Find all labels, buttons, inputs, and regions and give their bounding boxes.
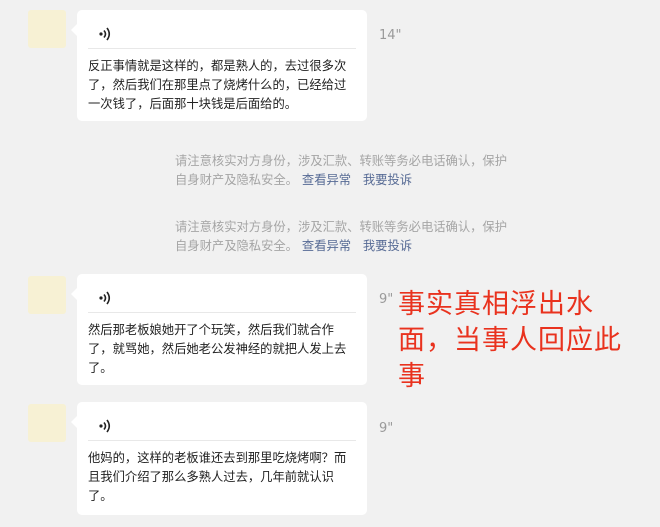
sender-avatar[interactable] bbox=[28, 276, 66, 314]
complain-link[interactable]: 我要投诉 bbox=[363, 239, 412, 253]
voice-play-row[interactable] bbox=[88, 20, 356, 49]
complain-link[interactable]: 我要投诉 bbox=[363, 173, 412, 187]
voice-duration: 14" bbox=[379, 28, 402, 43]
voice-transcript-text: 反正事情就是这样的，都是熟人的，去过很多次了，然后我们在那里点了烧烤什么的，已经… bbox=[88, 59, 347, 111]
voice-transcript-text: 然后那老板娘她开了个玩笑，然后我们就合作了，就骂她，然后她老公发神经的就把人发上… bbox=[88, 323, 347, 375]
voice-message-icon bbox=[99, 27, 111, 41]
voice-message-bubble[interactable]: 反正事情就是这样的，都是熟人的，去过很多次了，然后我们在那里点了烧烤什么的，已经… bbox=[71, 10, 367, 121]
sender-avatar[interactable] bbox=[28, 404, 66, 442]
voice-transcript-text: 他妈的，这样的老板谁还去到那里吃烧烤啊？而且我们介绍了那么多熟人过去，几年前就认… bbox=[88, 451, 347, 503]
voice-message-icon bbox=[99, 291, 111, 305]
voice-message-icon bbox=[99, 419, 111, 433]
voice-message-bubble[interactable]: 然后那老板娘她开了个玩笑，然后我们就合作了，就骂她，然后她老公发神经的就把人发上… bbox=[71, 274, 367, 385]
voice-play-row[interactable] bbox=[88, 284, 356, 313]
security-notice: 请注意核实对方身份，涉及汇款、转账等务必电话确认，保护自身财产及隐私安全。 查看… bbox=[175, 152, 515, 190]
sender-avatar[interactable] bbox=[28, 10, 66, 48]
voice-duration: 9" bbox=[379, 292, 394, 307]
voice-message-bubble[interactable]: 他妈的，这样的老板谁还去到那里吃烧烤啊？而且我们介绍了那么多熟人过去，几年前就认… bbox=[71, 402, 367, 515]
view-abnormal-link[interactable]: 查看异常 bbox=[302, 239, 351, 253]
security-notice: 请注意核实对方身份，涉及汇款、转账等务必电话确认，保护自身财产及隐私安全。 查看… bbox=[175, 218, 515, 256]
voice-play-row[interactable] bbox=[88, 412, 356, 441]
news-caption: 事实真相浮出水面，当事人回应此事 bbox=[398, 289, 622, 392]
view-abnormal-link[interactable]: 查看异常 bbox=[302, 173, 351, 187]
voice-duration: 9" bbox=[379, 421, 394, 436]
